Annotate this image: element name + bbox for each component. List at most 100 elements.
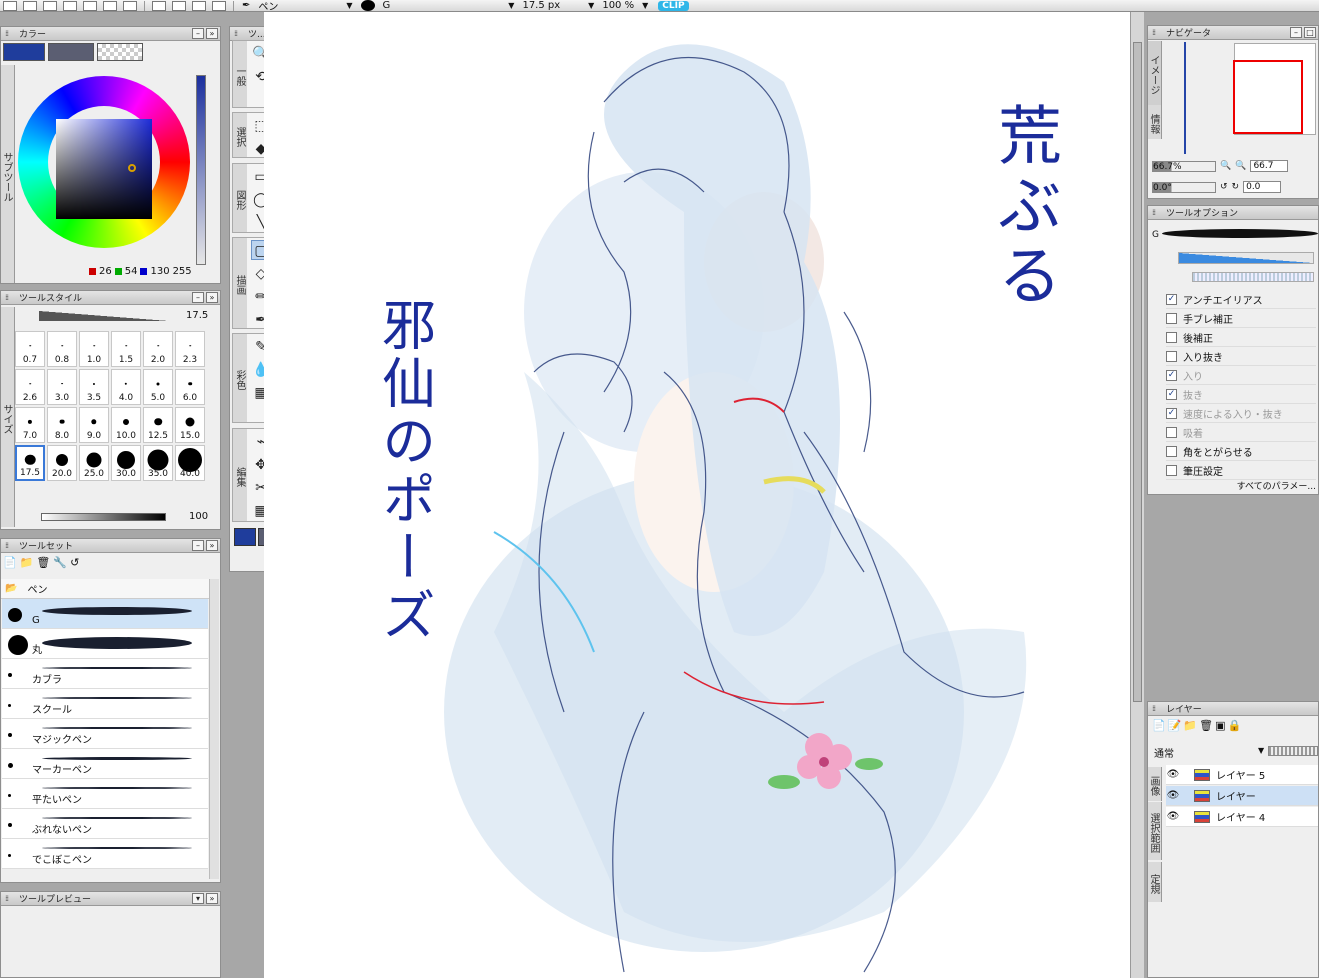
opacity-slider[interactable] — [41, 513, 166, 521]
pen-tool-icon[interactable]: ✒ — [242, 0, 250, 11]
folder-icon[interactable]: 📁 — [20, 556, 34, 569]
new-set-icon[interactable]: 📄 — [3, 556, 17, 569]
transparent-color-swatch[interactable] — [97, 43, 143, 61]
tool-set-item[interactable]: カブラ — [2, 659, 208, 689]
toolbar-icon[interactable] — [23, 0, 37, 11]
grip-icon[interactable]: ⁞⁞ — [1152, 28, 1166, 37]
tool-set-item[interactable]: マジックペン — [2, 719, 208, 749]
brush-size-cell[interactable]: 3.0 — [47, 369, 77, 405]
toolbar-icon[interactable] — [43, 0, 57, 11]
checkbox[interactable] — [1166, 312, 1177, 324]
size-side-tab[interactable]: サイズ — [1, 307, 15, 527]
brush-size-cell[interactable]: 3.5 — [79, 369, 109, 405]
brush-size-cell[interactable]: 35.0 — [143, 445, 173, 481]
maximize-icon[interactable]: □ — [1304, 27, 1316, 38]
layer-row[interactable]: 👁 レイヤー 5 — [1166, 765, 1318, 785]
sub-color-swatch[interactable] — [48, 43, 94, 61]
checkbox[interactable] — [1166, 350, 1177, 362]
tool-set-scrollbar[interactable] — [209, 579, 219, 879]
saturation-value-square[interactable] — [56, 119, 152, 219]
tool-group-header[interactable]: 📂 ペン — [1, 579, 209, 599]
option-row[interactable]: ✓ 抜き — [1166, 385, 1316, 404]
toolbar-icon[interactable] — [123, 0, 137, 11]
tool-set-item[interactable]: マーカーペン — [2, 749, 208, 779]
option-row[interactable]: 角をとがらせる — [1166, 442, 1316, 461]
brush-size-cell[interactable]: 20.0 — [47, 445, 77, 481]
brush-size-cell[interactable]: 30.0 — [111, 445, 141, 481]
checkbox[interactable] — [1166, 464, 1177, 476]
info-tab[interactable]: 情報 — [1148, 105, 1162, 139]
brush-size-cell[interactable]: 40.0 — [175, 445, 205, 481]
zoom-out-icon[interactable]: 🔍 — [1220, 161, 1231, 171]
brush-size-cell[interactable]: 2.6 — [15, 369, 45, 405]
brush-size-cell[interactable]: 10.0 — [111, 407, 141, 443]
opacity-slider[interactable] — [196, 75, 206, 265]
navigator-view-rect[interactable] — [1233, 60, 1303, 134]
brush-size-cell[interactable]: 9.0 — [79, 407, 109, 443]
collapse-icon[interactable]: » — [206, 893, 218, 904]
trash-icon[interactable]: 🗑 — [36, 556, 50, 569]
zoom-in-icon[interactable]: 🔍 — [1235, 161, 1246, 171]
brush-name[interactable]: G — [383, 0, 391, 11]
option-row[interactable]: 後補正 — [1166, 328, 1316, 347]
visibility-eye-icon[interactable]: 👁 — [1166, 790, 1180, 801]
layer-side-tab[interactable]: 画像 — [1148, 767, 1162, 801]
toolbar-icon[interactable] — [172, 0, 186, 11]
chevron-down-icon[interactable]: ▼ — [642, 1, 648, 10]
option-row[interactable]: 入り抜き — [1166, 347, 1316, 366]
toolbar-icon[interactable] — [212, 0, 226, 11]
chevron-down-icon[interactable]: ▼ — [346, 1, 352, 10]
checkbox[interactable] — [1166, 445, 1177, 457]
settings-icon[interactable]: 🔧 — [53, 556, 67, 569]
brush-size-cell[interactable]: 0.8 — [47, 331, 77, 367]
checkbox[interactable]: ✓ — [1166, 407, 1177, 419]
brush-size-cell[interactable]: 17.5 — [15, 445, 45, 481]
tool-set-item[interactable]: でこぼこペン — [2, 839, 208, 869]
brush-size-cell[interactable]: 0.7 — [15, 331, 45, 367]
main-color-swatch[interactable] — [3, 43, 45, 61]
new-layer-icon[interactable]: 📄 — [1152, 719, 1166, 732]
option-row[interactable]: 手ブレ補正 — [1166, 309, 1316, 328]
brush-size-cell[interactable]: 1.0 — [79, 331, 109, 367]
canvas-scrollbar[interactable] — [1130, 12, 1144, 978]
minimize-icon[interactable]: – — [192, 28, 204, 39]
layer-opacity-slider[interactable] — [1268, 746, 1318, 756]
rotate-right-icon[interactable]: ↻ — [1232, 182, 1240, 192]
toolbar-icon[interactable] — [192, 0, 206, 11]
minimize-icon[interactable]: – — [192, 292, 204, 303]
grip-icon[interactable]: ⁞⁞ — [234, 29, 248, 38]
brush-size-cell[interactable]: 6.0 — [175, 369, 205, 405]
checkbox[interactable]: ✓ — [1166, 369, 1177, 381]
size-value[interactable]: 17.5 — [186, 310, 208, 321]
main-color-swatch[interactable] — [234, 528, 256, 546]
layer-side-tab[interactable]: 定規 — [1148, 862, 1162, 902]
brush-size-cell[interactable]: 1.5 — [111, 331, 141, 367]
rotate-left-icon[interactable]: ↺ — [1220, 182, 1228, 192]
new-folder-icon[interactable]: 📁 — [1183, 719, 1197, 732]
grip-icon[interactable]: ⁞⁞ — [5, 894, 19, 903]
delete-layer-icon[interactable]: 🗑 — [1199, 719, 1213, 732]
tool-set-item[interactable]: ぶれないペン — [2, 809, 208, 839]
brush-size-cell[interactable]: 12.5 — [143, 407, 173, 443]
drawing-canvas[interactable]: 荒ぶる 邪仙のポーズ — [264, 12, 1130, 978]
toolbar-icon[interactable] — [3, 0, 17, 11]
tool-set-item[interactable]: スクール — [2, 689, 208, 719]
checkbox[interactable]: ✓ — [1166, 293, 1177, 305]
color-cursor[interactable] — [128, 164, 136, 172]
zoom-field[interactable]: 66.7 — [1250, 160, 1289, 172]
all-params-button[interactable]: すべてのパラメー... — [1237, 479, 1316, 492]
option-row[interactable]: ✓ アンチエイリアス — [1166, 290, 1316, 309]
toolbar-icon[interactable] — [152, 0, 166, 11]
toolbar-icon[interactable] — [103, 0, 117, 11]
grip-icon[interactable]: ⁞⁞ — [5, 541, 19, 550]
layer-side-tab[interactable]: 選択範囲 — [1148, 802, 1162, 860]
layer-row[interactable]: 👁 レイヤー 4 — [1166, 807, 1318, 827]
option-row[interactable]: 筆圧設定 — [1166, 461, 1316, 480]
size-slider[interactable] — [39, 311, 169, 321]
brush-size-cell[interactable]: 4.0 — [111, 369, 141, 405]
scroll-thumb[interactable] — [1133, 42, 1142, 702]
checkbox[interactable] — [1166, 331, 1177, 343]
collapse-icon[interactable]: » — [206, 292, 218, 303]
grip-icon[interactable]: ⁞⁞ — [1152, 208, 1166, 217]
navigator-thumbnail[interactable] — [1233, 43, 1316, 135]
